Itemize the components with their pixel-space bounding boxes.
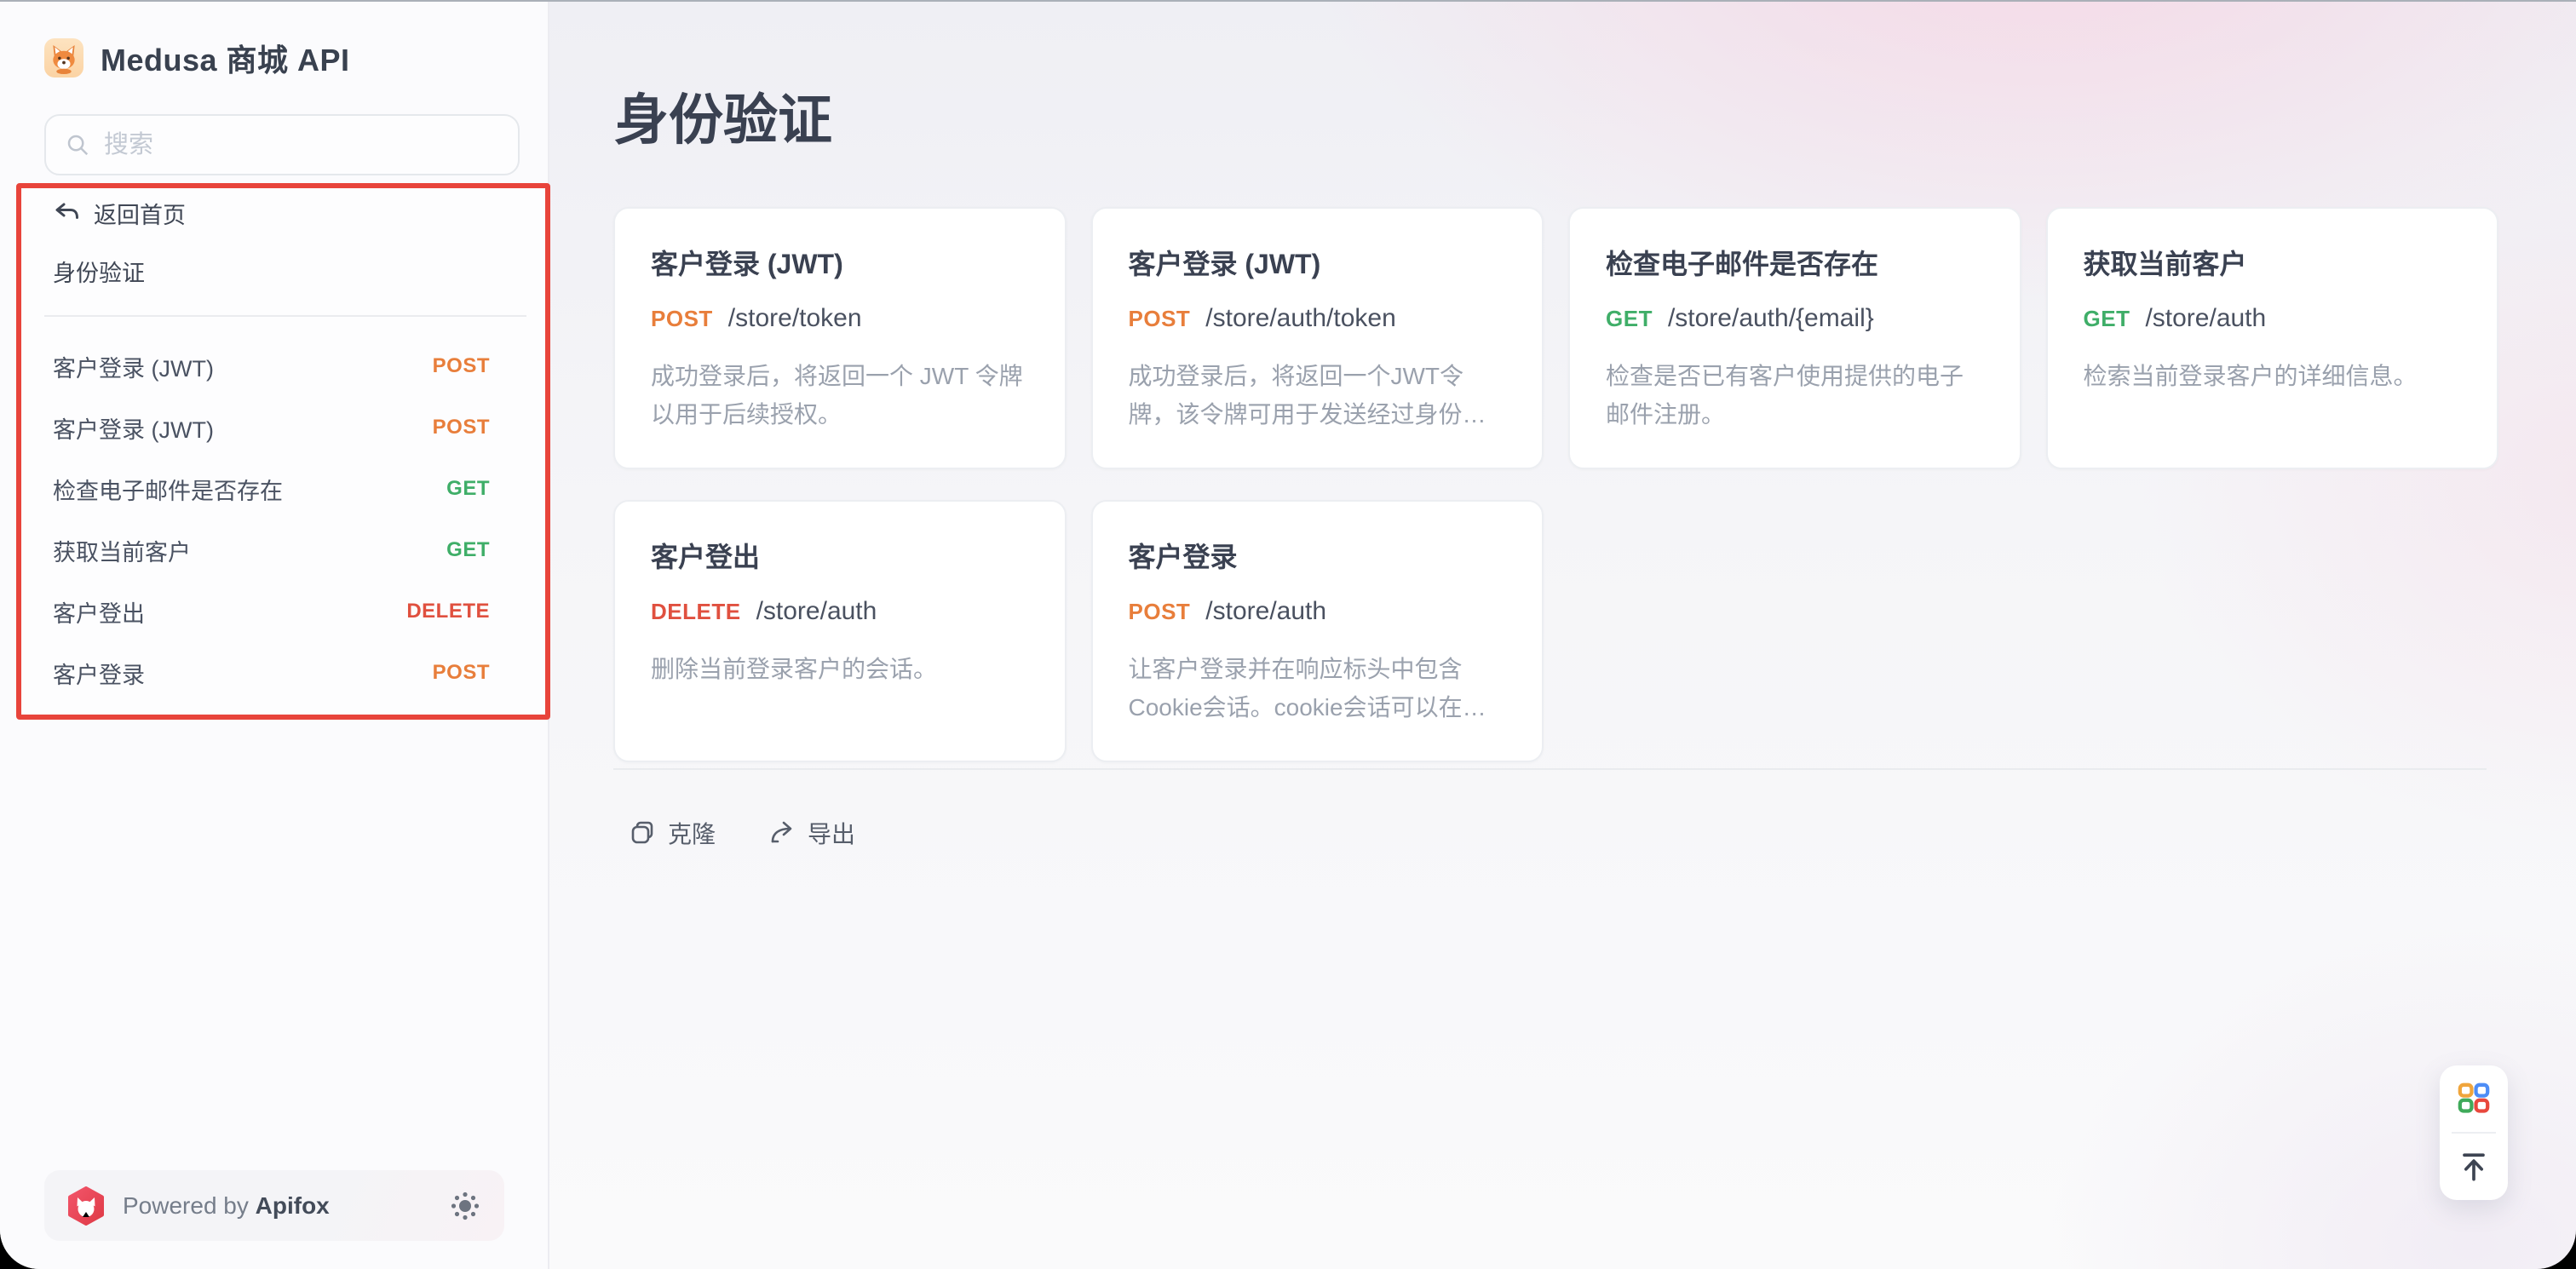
- search-input[interactable]: [102, 130, 499, 160]
- back-arrow-icon: [53, 199, 80, 227]
- endpoint-method-badge: POST: [433, 416, 490, 439]
- clone-label: 克隆: [668, 816, 716, 850]
- endpoint-label: 客户登录: [53, 657, 145, 690]
- endpoint-method-badge: GET: [446, 538, 490, 562]
- theme-toggle-sun-icon[interactable]: [448, 1189, 482, 1223]
- card-meta: GET /store/auth/{email}: [1606, 304, 1984, 333]
- endpoint-method-badge: POST: [433, 354, 490, 378]
- sidebar: Medusa 商城 API 返回首页 身份验证 客户登录 (JWT: [0, 2, 549, 1269]
- back-home-label: 返回首页: [94, 197, 186, 230]
- card-method-badge: DELETE: [651, 599, 741, 625]
- endpoint-card[interactable]: 获取当前客户 GET /store/auth 检索当前登录客户的详细信息。: [2046, 207, 2499, 469]
- card-title: 检查电子邮件是否存在: [1606, 243, 1984, 282]
- endpoint-method-badge: GET: [446, 477, 490, 501]
- app-window: Medusa 商城 API 返回首页 身份验证 客户登录 (JWT: [0, 0, 2576, 1269]
- card-description: 检查是否已有客户使用提供的电子邮件注册。: [1606, 357, 1984, 434]
- card-path: /store/auth/{email}: [1668, 304, 1874, 333]
- apps-grid-icon: [2454, 1079, 2493, 1118]
- apps-grid-button[interactable]: [2440, 1065, 2508, 1132]
- sidebar-divider: [44, 315, 526, 317]
- copy-icon: [629, 819, 656, 847]
- endpoint-label: 客户登出: [53, 595, 145, 629]
- fox-logo-icon: [44, 38, 83, 78]
- endpoint-card[interactable]: 检查电子邮件是否存在 GET /store/auth/{email} 检查是否已…: [1568, 207, 2021, 469]
- sidebar-endpoint-item[interactable]: 获取当前客户 GET: [0, 520, 549, 581]
- card-title: 获取当前客户: [2084, 243, 2462, 282]
- sidebar-endpoint-item[interactable]: 检查电子邮件是否存在 GET: [0, 458, 549, 520]
- card-title: 客户登录: [1129, 536, 1507, 575]
- brand-title: Medusa 商城 API: [101, 36, 350, 80]
- card-meta: POST /store/auth: [1129, 597, 1507, 626]
- endpoint-card[interactable]: 客户登出 DELETE /store/auth 删除当前登录客户的会话。: [613, 500, 1067, 762]
- card-meta: DELETE /store/auth: [651, 597, 1029, 626]
- card-description: 删除当前登录客户的会话。: [651, 650, 1029, 688]
- endpoint-card[interactable]: 客户登录 (JWT) POST /store/auth/token 成功登录后，…: [1091, 207, 1544, 469]
- card-method-badge: POST: [1129, 599, 1191, 625]
- card-method-badge: POST: [651, 306, 713, 332]
- endpoint-label: 获取当前客户: [53, 534, 191, 567]
- card-meta: POST /store/token: [651, 304, 1029, 333]
- card-title: 客户登录 (JWT): [1129, 243, 1507, 282]
- sidebar-endpoint-item[interactable]: 客户登录 (JWT) POST: [0, 336, 549, 397]
- powered-by-bar[interactable]: Powered by Apifox: [44, 1170, 504, 1241]
- endpoint-label: 客户登录 (JWT): [53, 411, 214, 445]
- card-method-badge: GET: [2084, 306, 2130, 332]
- card-path: /store/token: [728, 304, 862, 333]
- card-title: 客户登录 (JWT): [651, 243, 1029, 282]
- content-divider: [613, 768, 2487, 770]
- card-method-badge: POST: [1129, 306, 1191, 332]
- powered-by-text: Powered by Apifox: [123, 1192, 330, 1220]
- search-icon: [65, 132, 90, 158]
- card-path: /store/auth: [756, 597, 877, 626]
- search-box[interactable]: [44, 114, 520, 175]
- export-label: 导出: [808, 816, 855, 850]
- card-description: 成功登录后，将返回一个JWT令牌，该令牌可用于发送经过身份…: [1129, 357, 1507, 434]
- brand: Medusa 商城 API: [44, 36, 350, 80]
- endpoint-label: 客户登录 (JWT): [53, 350, 214, 383]
- card-description: 成功登录后，将返回一个 JWT 令牌以用于后续授权。: [651, 357, 1029, 434]
- endpoint-card[interactable]: 客户登录 (JWT) POST /store/token 成功登录后，将返回一个…: [613, 207, 1067, 469]
- apifox-brand-text: Apifox: [256, 1192, 330, 1219]
- apifox-logo-icon: [66, 1186, 106, 1226]
- card-description: 检索当前登录客户的详细信息。: [2084, 357, 2462, 395]
- endpoint-method-badge: POST: [433, 661, 490, 685]
- endpoint-label: 检查电子邮件是否存在: [53, 473, 283, 506]
- back-home-link[interactable]: 返回首页: [53, 192, 186, 233]
- scroll-to-top-button[interactable]: [2440, 1134, 2508, 1200]
- endpoint-card[interactable]: 客户登录 POST /store/auth 让客户登录并在响应标头中包含Cook…: [1091, 500, 1544, 762]
- card-title: 客户登出: [651, 536, 1029, 575]
- card-description: 让客户登录并在响应标头中包含Cookie会话。cookie会话可以在…: [1129, 650, 1507, 726]
- card-meta: GET /store/auth: [2084, 304, 2462, 333]
- endpoint-cards-grid: 客户登录 (JWT) POST /store/token 成功登录后，将返回一个…: [613, 207, 2498, 762]
- export-button[interactable]: 导出: [768, 816, 855, 850]
- sidebar-endpoint-item[interactable]: 客户登录 POST: [0, 642, 549, 703]
- card-method-badge: GET: [1606, 306, 1653, 332]
- floating-widget: [2440, 1065, 2508, 1200]
- card-meta: POST /store/auth/token: [1129, 304, 1507, 333]
- scroll-to-top-icon: [2455, 1148, 2493, 1186]
- endpoint-list: 客户登录 (JWT) POST 客户登录 (JWT) POST 检查电子邮件是否…: [0, 336, 549, 703]
- export-icon: [768, 819, 796, 847]
- sidebar-endpoint-item[interactable]: 客户登录 (JWT) POST: [0, 397, 549, 458]
- card-path: /store/auth: [2145, 304, 2266, 333]
- clone-button[interactable]: 克隆: [629, 816, 716, 850]
- doc-actions: 克隆 导出: [629, 816, 855, 850]
- endpoint-method-badge: DELETE: [406, 600, 490, 623]
- card-path: /store/auth: [1205, 597, 1326, 626]
- sidebar-endpoint-item[interactable]: 客户登出 DELETE: [0, 581, 549, 642]
- page-title: 身份验证: [614, 77, 832, 155]
- card-path: /store/auth/token: [1205, 304, 1395, 333]
- sidebar-section-authentication[interactable]: 身份验证: [53, 254, 145, 288]
